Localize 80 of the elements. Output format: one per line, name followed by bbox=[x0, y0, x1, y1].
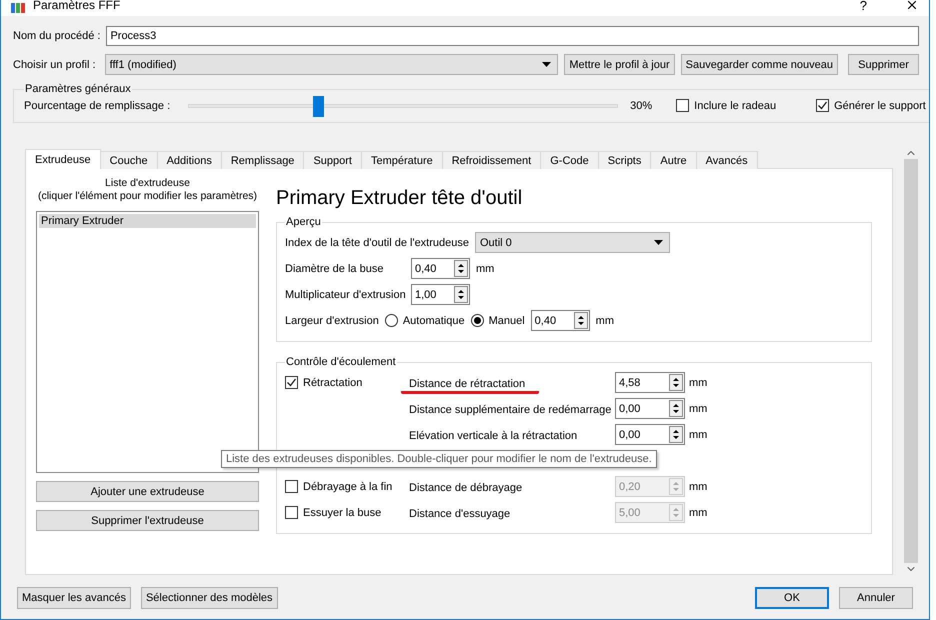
tab[interactable]: Additions bbox=[156, 151, 222, 169]
tab[interactable]: Remplissage bbox=[220, 151, 304, 169]
spin-arrows-icon bbox=[574, 312, 588, 329]
checkbox-option[interactable]: Générer le support bbox=[816, 99, 926, 112]
dropdown-arrow-icon bbox=[542, 62, 552, 67]
slider-value: 30% bbox=[630, 100, 654, 112]
list-caption: Liste d'extrudeuse (cliquer l'élément pour modifier les paramètres) bbox=[36, 177, 258, 203]
spin-arrows-icon bbox=[669, 426, 683, 443]
extruder-button[interactable]: Ajouter une extrudeuse bbox=[36, 481, 259, 502]
unit-label: mm bbox=[689, 480, 708, 492]
tool-select[interactable]: Outil 0 bbox=[475, 232, 670, 253]
tab[interactable]: Couche bbox=[100, 151, 158, 169]
tab[interactable]: Support bbox=[303, 151, 362, 169]
radio-option[interactable]: Manuel bbox=[470, 314, 525, 327]
list-item[interactable]: Primary Extruder bbox=[39, 214, 256, 228]
spin-field[interactable]: 1,00 bbox=[411, 284, 470, 305]
spin-arrows-icon bbox=[669, 374, 683, 391]
unit-label: mm bbox=[689, 376, 708, 388]
tab[interactable]: G-Code bbox=[540, 151, 599, 169]
spin-field[interactable]: 0,40 bbox=[411, 258, 470, 279]
unit-label: mm bbox=[689, 428, 708, 440]
app-logo-icon bbox=[11, 3, 25, 13]
profile-button[interactable]: Mettre le profil à jour bbox=[564, 54, 675, 75]
spin-arrows-icon bbox=[669, 504, 683, 521]
section-heading: Primary Extruder tête d'outil bbox=[276, 187, 524, 210]
field-label: Nom du procédé : bbox=[13, 30, 100, 42]
unit-label: mm bbox=[476, 262, 494, 274]
spin-field[interactable]: 0,00 bbox=[615, 398, 685, 419]
field-label: Distance de rétractation bbox=[401, 378, 540, 394]
field-label: Pourcentage de remplissage : bbox=[24, 100, 170, 112]
process-name-field[interactable]: Process3 bbox=[106, 26, 919, 46]
field-label: Index de la tête d'outil de l'extrudeuse bbox=[285, 236, 469, 248]
footer-button[interactable]: Masquer les avancés bbox=[17, 587, 131, 609]
footer-button[interactable]: Sélectionner des modèles bbox=[140, 587, 278, 609]
spin-field[interactable]: 0,40 bbox=[530, 310, 590, 331]
tab[interactable]: Avancés bbox=[696, 151, 758, 169]
radio-button[interactable] bbox=[470, 314, 484, 327]
spin-arrows-icon bbox=[669, 400, 683, 417]
radio-option[interactable]: Automatique bbox=[384, 314, 465, 327]
spin-arrows-icon bbox=[669, 478, 683, 495]
field-label: Largeur d'extrusion bbox=[285, 314, 379, 326]
tooltip: Liste des extrudeuses disponibles. Double-cliquer pour modifier le nom de l'extrudeuse. bbox=[221, 450, 657, 468]
extruder-button[interactable]: Supprimer l'extrudeuse bbox=[36, 510, 259, 531]
checkbox[interactable] bbox=[285, 376, 298, 389]
tab[interactable]: Refroidissement bbox=[442, 151, 542, 169]
scrollbar-thumb[interactable] bbox=[904, 159, 918, 563]
ok-button[interactable]: OK bbox=[755, 587, 829, 609]
group-title: Paramètres généraux bbox=[24, 83, 132, 95]
unit-label: mm bbox=[689, 402, 708, 414]
tab[interactable]: Température bbox=[360, 151, 443, 169]
tab[interactable]: Scripts bbox=[598, 151, 652, 169]
field-label: Multiplicateur d'extrusion bbox=[285, 288, 405, 300]
dropdown-arrow-icon bbox=[654, 240, 663, 245]
slider-thumb[interactable] bbox=[312, 96, 324, 116]
checkbox[interactable] bbox=[676, 99, 690, 112]
field-label: Choisir un profil : bbox=[13, 58, 97, 70]
field-label: Distance d'essuyage bbox=[408, 508, 512, 522]
spin-arrows-icon bbox=[454, 260, 468, 277]
checkbox-option[interactable]: Inclure le radeau bbox=[676, 99, 776, 112]
close-icon[interactable] bbox=[905, 0, 919, 12]
unit-label: mm bbox=[596, 314, 614, 326]
profile-button[interactable]: Sauvegarder comme nouveau bbox=[680, 54, 838, 75]
tab[interactable]: Autre bbox=[650, 151, 697, 169]
cancel-button[interactable]: Annuler bbox=[839, 587, 913, 609]
unit-label: mm bbox=[689, 506, 708, 518]
field-label: Elévation verticale à la rétractation bbox=[408, 430, 578, 444]
field-label: Diamètre de la buse bbox=[285, 262, 384, 274]
checkbox[interactable] bbox=[816, 99, 830, 112]
window-title: Paramètres FFF bbox=[33, 0, 122, 12]
radio-button[interactable] bbox=[384, 314, 398, 327]
tab[interactable]: Extrudeuse bbox=[25, 149, 101, 169]
group-title: Contrôle d'écoulement bbox=[285, 356, 397, 368]
profile-select[interactable]: fff1 (modified) bbox=[104, 54, 558, 75]
spin-field[interactable]: 0,00 bbox=[615, 424, 685, 445]
spin-field[interactable]: 4,58 bbox=[615, 372, 685, 393]
profile-button[interactable]: Supprimer bbox=[848, 54, 919, 75]
spin-arrows-icon bbox=[454, 286, 468, 303]
help-button[interactable]: ? bbox=[860, 0, 867, 12]
field-label: Distance de débrayage bbox=[408, 482, 524, 496]
group-title: Aperçu bbox=[285, 216, 322, 228]
